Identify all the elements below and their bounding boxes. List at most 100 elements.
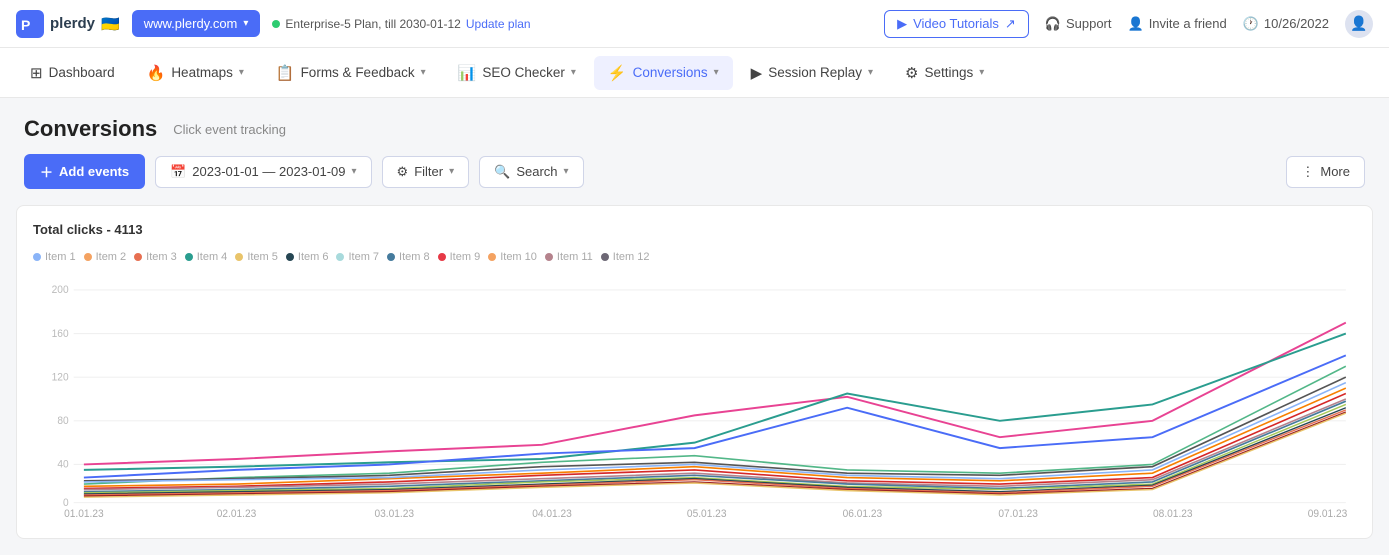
x-label-7: 07.01.23 [998, 508, 1038, 519]
forms-icon: 📋 [276, 64, 295, 82]
x-label-4: 04.01.23 [532, 508, 572, 519]
more-button[interactable]: ⋮ More [1286, 156, 1365, 188]
invite-icon: 👤 [1128, 16, 1144, 32]
legend-item-6: Item 6 [286, 247, 329, 267]
line-chart-svg: 200 160 120 80 40 0 [33, 279, 1356, 519]
update-plan-link[interactable]: Update plan [466, 17, 531, 31]
site-chevron-icon: ▾ [243, 18, 248, 29]
site-url: www.plerdy.com [144, 16, 238, 31]
chart-line-8 [84, 383, 1346, 482]
more-label: More [1320, 164, 1350, 179]
date-chevron-icon: ▾ [352, 166, 357, 177]
page-title: Conversions [24, 116, 157, 142]
search-icon: 🔍 [494, 164, 510, 180]
sidebar-item-dashboard[interactable]: ⊞ Dashboard [16, 56, 129, 90]
x-label-6: 06.01.23 [843, 508, 883, 519]
legend-item-2: Item 2 [84, 247, 127, 267]
date-value: 10/26/2022 [1264, 16, 1329, 31]
heatmaps-icon: 🔥 [147, 64, 166, 82]
sidebar-item-forms[interactable]: 📋 Forms & Feedback ▾ [262, 56, 440, 90]
sidebar-item-settings[interactable]: ⚙ Settings ▾ [891, 56, 998, 90]
forms-label: Forms & Feedback [301, 65, 415, 80]
page-subtitle: Click event tracking [173, 122, 286, 137]
y-label-80: 80 [57, 415, 68, 427]
conversions-icon: ⚡ [608, 64, 627, 82]
chart-line-2 [84, 334, 1346, 470]
topbar-right: ▶ Video Tutorials ↗ 🎧 Support 👤 Invite a… [884, 10, 1373, 38]
navbar: ⊞ Dashboard 🔥 Heatmaps ▾ 📋 Forms & Feedb… [0, 48, 1389, 98]
session-replay-icon: ▶ [751, 64, 763, 82]
conversions-chevron-icon: ▾ [714, 67, 719, 78]
add-events-label: Add events [59, 164, 129, 179]
session-replay-chevron-icon: ▾ [868, 67, 873, 78]
search-button[interactable]: 🔍 Search ▾ [479, 156, 583, 188]
support-link[interactable]: 🎧 Support [1045, 16, 1112, 32]
legend-label-3: Item 3 [146, 251, 177, 263]
sidebar-item-session-replay[interactable]: ▶ Session Replay ▾ [737, 56, 887, 90]
legend-label-11: Item 11 [557, 251, 593, 263]
plan-active-dot [272, 20, 280, 28]
filter-button[interactable]: ⚙ Filter ▾ [382, 156, 470, 188]
date-range-value: 2023-01-01 — 2023-01-09 [192, 164, 345, 179]
legend-label-12: Item 12 [613, 251, 650, 263]
legend-item-12: Item 12 [601, 247, 650, 267]
video-icon: ▶ [897, 16, 907, 32]
page-header: Conversions Click event tracking [0, 98, 1389, 154]
plan-text: Enterprise-5 Plan, till 2030-01-12 [285, 17, 460, 31]
x-label-9: 09.01.23 [1308, 508, 1348, 519]
legend-item-5: Item 5 [235, 247, 278, 267]
plan-info: Enterprise-5 Plan, till 2030-01-12 Updat… [272, 17, 530, 31]
line-chart-wrapper: 200 160 120 80 40 0 [33, 279, 1356, 522]
dashboard-label: Dashboard [49, 65, 115, 80]
sidebar-item-heatmaps[interactable]: 🔥 Heatmaps ▾ [133, 56, 258, 90]
dashboard-icon: ⊞ [30, 64, 43, 82]
add-events-button[interactable]: ＋ Add events [24, 154, 145, 189]
invite-link[interactable]: 👤 Invite a friend [1128, 16, 1227, 32]
sidebar-item-conversions[interactable]: ⚡ Conversions ▾ [594, 56, 733, 90]
legend-item-9: Item 9 [438, 247, 481, 267]
legend-item-7: Item 7 [336, 247, 379, 267]
logo-text: plerdy [50, 15, 95, 32]
external-link-icon: ↗ [1005, 16, 1016, 32]
support-label: Support [1066, 16, 1112, 31]
date-range-picker[interactable]: 📅 2023-01-01 — 2023-01-09 ▾ [155, 156, 371, 188]
x-label-5: 05.01.23 [687, 508, 727, 519]
ua-flag: 🇺🇦 [101, 15, 120, 33]
session-replay-label: Session Replay [768, 65, 862, 80]
video-tutorials-label: Video Tutorials [913, 16, 999, 31]
settings-label: Settings [925, 65, 974, 80]
forms-chevron-icon: ▾ [421, 67, 426, 78]
x-label-8: 08.01.23 [1153, 508, 1193, 519]
toolbar: ＋ Add events 📅 2023-01-01 — 2023-01-09 ▾… [0, 154, 1389, 205]
chart-legend: Item 1 Item 2 Item 3 Item 4 Item 5 Item … [33, 247, 1356, 267]
heatmaps-chevron-icon: ▾ [239, 67, 244, 78]
y-label-120: 120 [52, 371, 69, 383]
y-label-200: 200 [52, 284, 69, 296]
seo-label: SEO Checker [482, 65, 565, 80]
settings-chevron-icon: ▾ [979, 67, 984, 78]
legend-label-9: Item 9 [450, 251, 481, 263]
conversions-label: Conversions [633, 65, 708, 80]
filter-icon: ⚙ [397, 164, 409, 180]
sidebar-item-seo[interactable]: 📊 SEO Checker ▾ [444, 56, 590, 90]
plerdy-logo-icon: P [16, 10, 44, 38]
video-tutorials-button[interactable]: ▶ Video Tutorials ↗ [884, 10, 1029, 38]
chart-container: Total clicks - 4113 Item 1 Item 2 Item 3… [16, 205, 1373, 539]
chart-line-3 [84, 355, 1346, 477]
y-label-160: 160 [52, 328, 69, 340]
current-date: 🕐 10/26/2022 [1243, 16, 1329, 32]
legend-item-8: Item 8 [387, 247, 430, 267]
legend-label-5: Item 5 [247, 251, 278, 263]
legend-item-1: Item 1 [33, 247, 76, 267]
filter-label: Filter [414, 164, 443, 179]
support-icon: 🎧 [1045, 16, 1061, 32]
legend-item-11: Item 11 [545, 247, 593, 267]
user-avatar[interactable]: 👤 [1345, 10, 1373, 38]
legend-label-4: Item 4 [197, 251, 228, 263]
add-icon: ＋ [40, 162, 53, 181]
legend-label-6: Item 6 [298, 251, 329, 263]
site-selector-button[interactable]: www.plerdy.com ▾ [132, 10, 261, 37]
search-label: Search [516, 164, 557, 179]
settings-icon: ⚙ [905, 64, 918, 82]
x-label-1: 01.01.23 [64, 508, 104, 519]
